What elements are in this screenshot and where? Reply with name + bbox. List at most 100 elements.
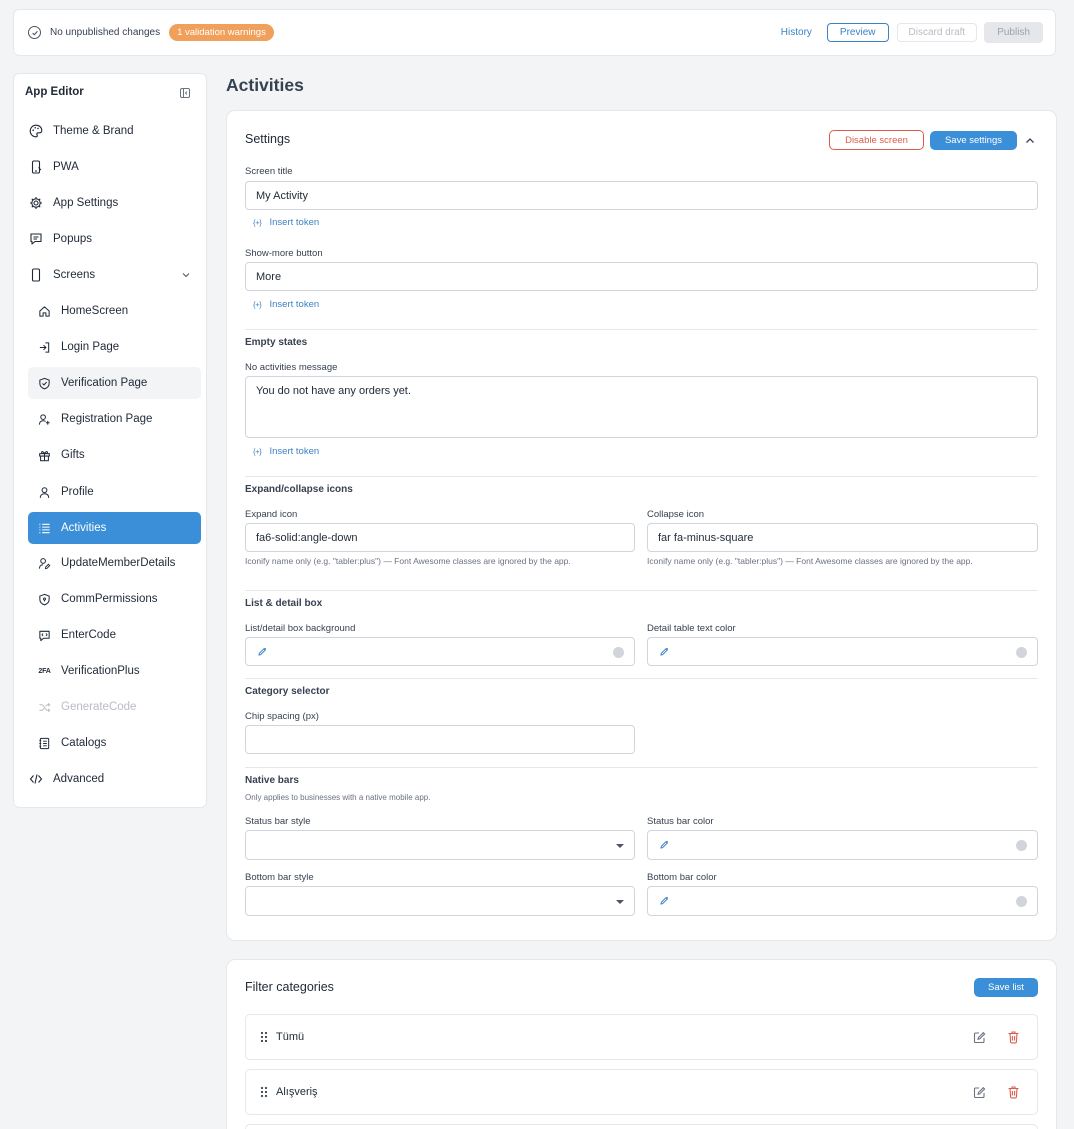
- sidebar-item-activities[interactable]: Activities: [28, 512, 201, 544]
- history-button[interactable]: History: [781, 27, 812, 38]
- chip-spacing-label: Chip spacing (px): [245, 711, 319, 722]
- sidebar-item-label: Login Page: [61, 341, 120, 353]
- gift-icon: [38, 449, 51, 462]
- status-bar-color-label: Status bar color: [647, 816, 714, 827]
- screen-title-input[interactable]: My Activity: [245, 181, 1038, 210]
- save-list-button[interactable]: Save list: [974, 978, 1038, 997]
- disable-screen-button[interactable]: Disable screen: [829, 130, 924, 150]
- sidebar-item-generatecode[interactable]: GenerateCode: [28, 691, 201, 723]
- sidebar-item-login-page[interactable]: Login Page: [28, 331, 201, 363]
- chip-spacing-input[interactable]: [245, 725, 635, 754]
- palette-icon: [29, 124, 43, 138]
- sidebar-item-label: Screens: [53, 269, 96, 281]
- chevron-up-icon[interactable]: [1025, 136, 1035, 146]
- shield-lock-icon: [38, 593, 51, 606]
- drag-handle-icon[interactable]: [260, 1031, 268, 1043]
- drag-handle-icon[interactable]: [260, 1086, 268, 1098]
- shield-check-icon: [38, 377, 51, 390]
- caret-down-icon: [616, 844, 624, 848]
- status-bar-style-select[interactable]: [245, 830, 635, 860]
- divider: [245, 476, 1038, 477]
- settings-card: Settings Disable screen Save settings Sc…: [226, 110, 1057, 941]
- shuffle-icon: [38, 701, 51, 714]
- category-name: Tümü: [276, 1031, 305, 1043]
- box-bg-label: List/detail box background: [245, 623, 356, 634]
- top-bar: No unpublished changes 1 validation warn…: [13, 9, 1056, 56]
- detail-text-color-label: Detail table text color: [647, 623, 736, 634]
- divider: [245, 767, 1038, 768]
- show-more-input[interactable]: More: [245, 262, 1038, 291]
- sidebar-item-label: Verification Page: [61, 377, 148, 389]
- sidebar-item-gifts[interactable]: Gifts: [28, 439, 201, 471]
- sidebar-item-app-settings[interactable]: App Settings: [28, 187, 201, 219]
- native-bars-heading: Native bars: [245, 775, 299, 786]
- color-swatch[interactable]: [1016, 896, 1027, 907]
- list-item[interactable]: [245, 1124, 1038, 1129]
- chevron-down-icon: [182, 273, 190, 278]
- color-swatch[interactable]: [1016, 647, 1027, 658]
- sidebar-item-verificationplus[interactable]: 2FA VerificationPlus: [28, 655, 201, 687]
- sidebar-item-advanced[interactable]: Advanced: [28, 763, 201, 795]
- list-item[interactable]: Tümü: [245, 1014, 1038, 1060]
- sidebar-title: App Editor: [25, 86, 84, 98]
- sidebar-item-homescreen[interactable]: HomeScreen: [28, 295, 201, 327]
- sidebar-item-commpermissions[interactable]: CommPermissions: [28, 583, 201, 615]
- sidebar-item-updatememberdetails[interactable]: UpdateMemberDetails: [28, 547, 201, 579]
- sidebar-item-label: GenerateCode: [61, 701, 137, 713]
- sidebar-item-label: Gifts: [61, 449, 85, 461]
- divider: [245, 678, 1038, 679]
- login-icon: [38, 341, 51, 354]
- sidebar-item-label: CommPermissions: [61, 593, 158, 605]
- trash-icon[interactable]: [1007, 1085, 1020, 1099]
- bottom-bar-color-input[interactable]: [647, 886, 1038, 916]
- bottom-bar-style-label: Bottom bar style: [245, 872, 314, 883]
- sidebar-collapse-icon[interactable]: [180, 88, 190, 98]
- status-bar-color-input[interactable]: [647, 830, 1038, 860]
- edit-icon[interactable]: [973, 1031, 986, 1044]
- sidebar-item-label: UpdateMemberDetails: [61, 557, 176, 569]
- save-settings-button[interactable]: Save settings: [930, 131, 1017, 150]
- color-swatch[interactable]: [1016, 840, 1027, 851]
- expand-collapse-heading: Expand/collapse icons: [245, 484, 353, 495]
- insert-token-button[interactable]: {+} Insert token: [253, 299, 319, 310]
- sidebar-item-profile[interactable]: Profile: [28, 476, 201, 508]
- bottom-bar-style-select[interactable]: [245, 886, 635, 916]
- category-selector-heading: Category selector: [245, 686, 330, 697]
- sidebar-item-entercode[interactable]: EnterCode: [28, 619, 201, 651]
- color-swatch[interactable]: [613, 647, 624, 658]
- category-name: Alışveriş: [276, 1086, 318, 1098]
- box-bg-color-input[interactable]: [245, 637, 635, 666]
- sidebar-item-label: PWA: [53, 161, 79, 173]
- bottom-bar-color-label: Bottom bar color: [647, 872, 717, 883]
- no-activities-textarea[interactable]: You do not have any orders yet.: [245, 376, 1038, 438]
- sidebar-item-popups[interactable]: Popups: [28, 223, 201, 255]
- insert-token-button[interactable]: {+} Insert token: [253, 217, 319, 228]
- collapse-icon-input[interactable]: far fa-minus-square: [647, 523, 1038, 552]
- sidebar-item-screens[interactable]: Screens: [28, 259, 201, 291]
- edit-icon[interactable]: [973, 1086, 986, 1099]
- publish-button[interactable]: Publish: [984, 22, 1043, 43]
- trash-icon[interactable]: [1007, 1030, 1020, 1044]
- expand-icon-hint: Iconify name only (e.g. "tabler:plus") —…: [245, 556, 571, 566]
- insert-token-button[interactable]: {+} Insert token: [253, 446, 319, 457]
- discard-draft-button[interactable]: Discard draft: [896, 23, 978, 42]
- divider: [245, 590, 1038, 591]
- preview-button[interactable]: Preview: [826, 23, 889, 42]
- status-bar-style-label: Status bar style: [245, 816, 311, 827]
- sidebar-item-pwa[interactable]: PWA: [28, 151, 201, 183]
- validation-warnings-badge[interactable]: 1 validation warnings: [169, 24, 274, 41]
- code-message-icon: [38, 629, 51, 642]
- sidebar-item-registration-page[interactable]: Registration Page: [28, 403, 201, 435]
- sidebar-item-catalogs[interactable]: Catalogs: [28, 727, 201, 759]
- phone-icon: [29, 160, 43, 174]
- detail-text-color-input[interactable]: [647, 637, 1038, 666]
- filter-categories-card: Filter categories Save list Tümü Alışver…: [226, 959, 1057, 1129]
- sidebar-item-label: Registration Page: [61, 413, 153, 425]
- list-item[interactable]: Alışveriş: [245, 1069, 1038, 1115]
- sidebar-item-theme-brand[interactable]: Theme & Brand: [28, 115, 201, 147]
- collapse-icon-hint: Iconify name only (e.g. "tabler:plus") —…: [647, 556, 973, 566]
- sidebar-item-verification-page[interactable]: Verification Page: [28, 367, 201, 399]
- page-title: Activities: [226, 75, 304, 95]
- expand-icon-input[interactable]: fa6-solid:angle-down: [245, 523, 635, 552]
- sidebar-item-label: Activities: [61, 522, 107, 534]
